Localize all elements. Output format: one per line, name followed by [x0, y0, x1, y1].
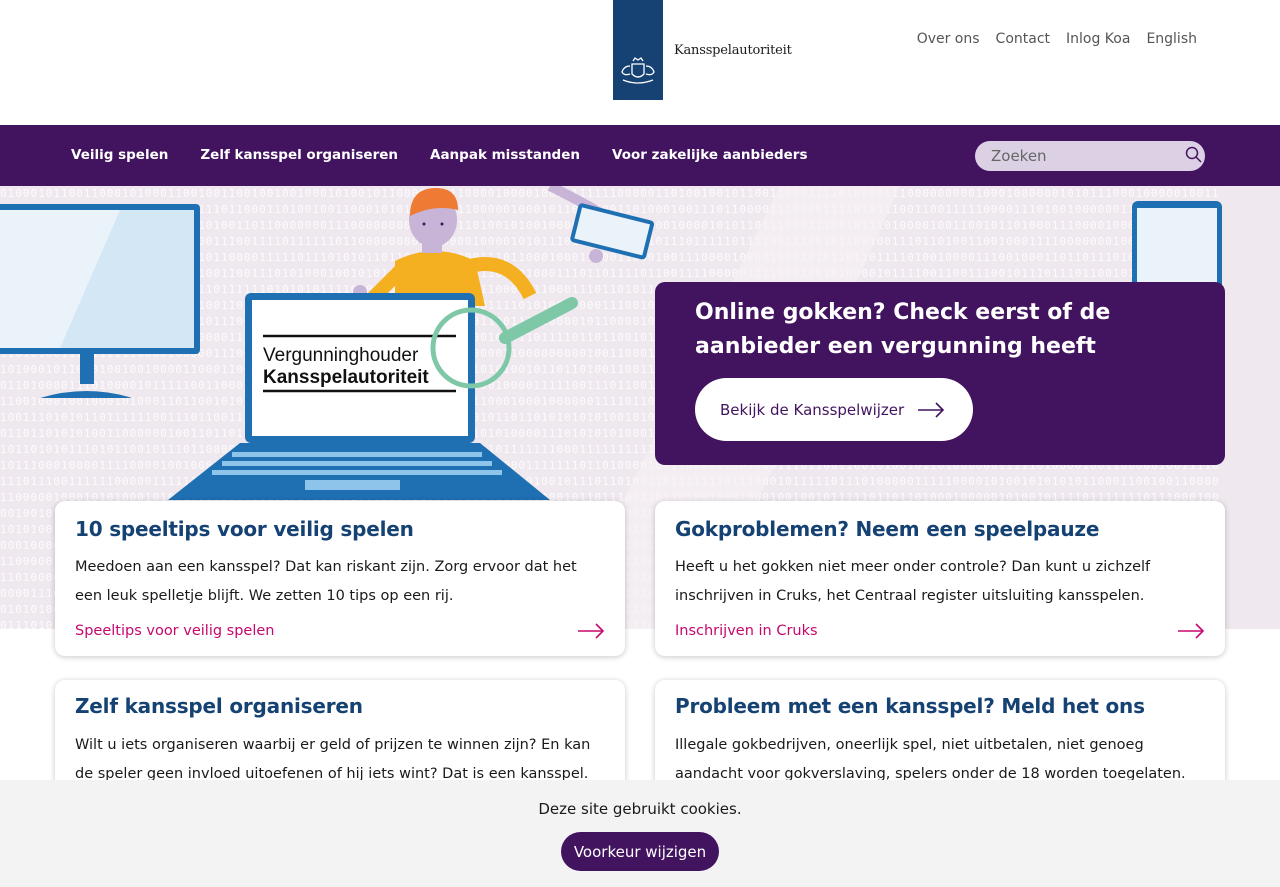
promo-panel: Online gokken? Check eerst of de aanbied… [655, 282, 1225, 465]
card-title: 10 speeltips voor veilig spelen [75, 517, 414, 541]
arrow-right-icon[interactable] [577, 623, 605, 639]
nav-item-veilig-spelen[interactable]: Veilig spelen [71, 147, 168, 163]
kansspelwijzer-button[interactable]: Bekijk de Kansspelwijzer [695, 378, 973, 441]
site-header: Kansspelautoriteit Over ons Contact Inlo… [0, 0, 1280, 125]
coat-of-arms-icon [613, 0, 663, 100]
logo-text: Kansspelautoriteit [674, 42, 792, 58]
cookie-text: Deze site gebruikt cookies. [538, 800, 742, 818]
top-link-over-ons[interactable]: Over ons [917, 31, 980, 47]
nav-item-zelf-kansspel-organiseren[interactable]: Zelf kansspel organiseren [200, 147, 398, 163]
nav-item-voor-zakelijke-aanbieders[interactable]: Voor zakelijke aanbieders [612, 147, 808, 163]
laptop-illustration: Vergunninghouder Kansspelautoriteit [168, 293, 550, 500]
top-links: Over ons Contact Inlog Koa English [917, 31, 1197, 47]
card-link-speeltips[interactable]: Speeltips voor veilig spelen [75, 623, 274, 639]
card-title: Probleem met een kansspel? Meld het ons [675, 694, 1145, 718]
arrow-right-icon[interactable] [1177, 623, 1205, 639]
site-logo[interactable]: Kansspelautoriteit [613, 0, 792, 100]
cookie-preferences-button[interactable]: Voorkeur wijzigen [561, 832, 719, 871]
nav-item-aanpak-misstanden[interactable]: Aanpak misstanden [430, 147, 580, 163]
kansspelwijzer-button-label: Bekijk de Kansspelwijzer [720, 400, 905, 419]
card-title: Gokproblemen? Neem een speelpauze [675, 517, 1100, 541]
search-input[interactable] [991, 147, 1185, 165]
card-title: Zelf kansspel organiseren [75, 694, 363, 718]
card-speelpauze: Gokproblemen? Neem een speelpauze Heeft … [655, 501, 1225, 656]
main-nav: Veilig spelen Zelf kansspel organiseren … [0, 125, 1280, 186]
illustration-text-line2: Kansspelautoriteit [263, 367, 429, 388]
illustration-text-line1: Vergunninghouder [263, 345, 419, 366]
person-illustration [353, 186, 608, 306]
arrow-right-icon [918, 401, 945, 418]
card-speeltips: 10 speeltips voor veilig spelen Meedoen … [55, 501, 625, 656]
top-link-contact[interactable]: Contact [996, 31, 1050, 47]
promo-title: Online gokken? Check eerst of de aanbied… [695, 300, 1111, 359]
monitor-illustration [0, 204, 200, 398]
search-box [975, 141, 1205, 171]
cookie-bar: Deze site gebruikt cookies. Voorkeur wij… [0, 780, 1280, 887]
card-text: Meedoen aan een kansspel? Dat kan riskan… [75, 559, 577, 604]
top-link-inlog-koa[interactable]: Inlog Koa [1066, 31, 1130, 47]
card-text: Heeft u het gokken niet meer onder contr… [675, 559, 1151, 604]
search-icon[interactable] [1185, 146, 1202, 167]
top-link-english[interactable]: English [1146, 31, 1197, 47]
card-link-cruks[interactable]: Inschrijven in Cruks [675, 623, 818, 639]
